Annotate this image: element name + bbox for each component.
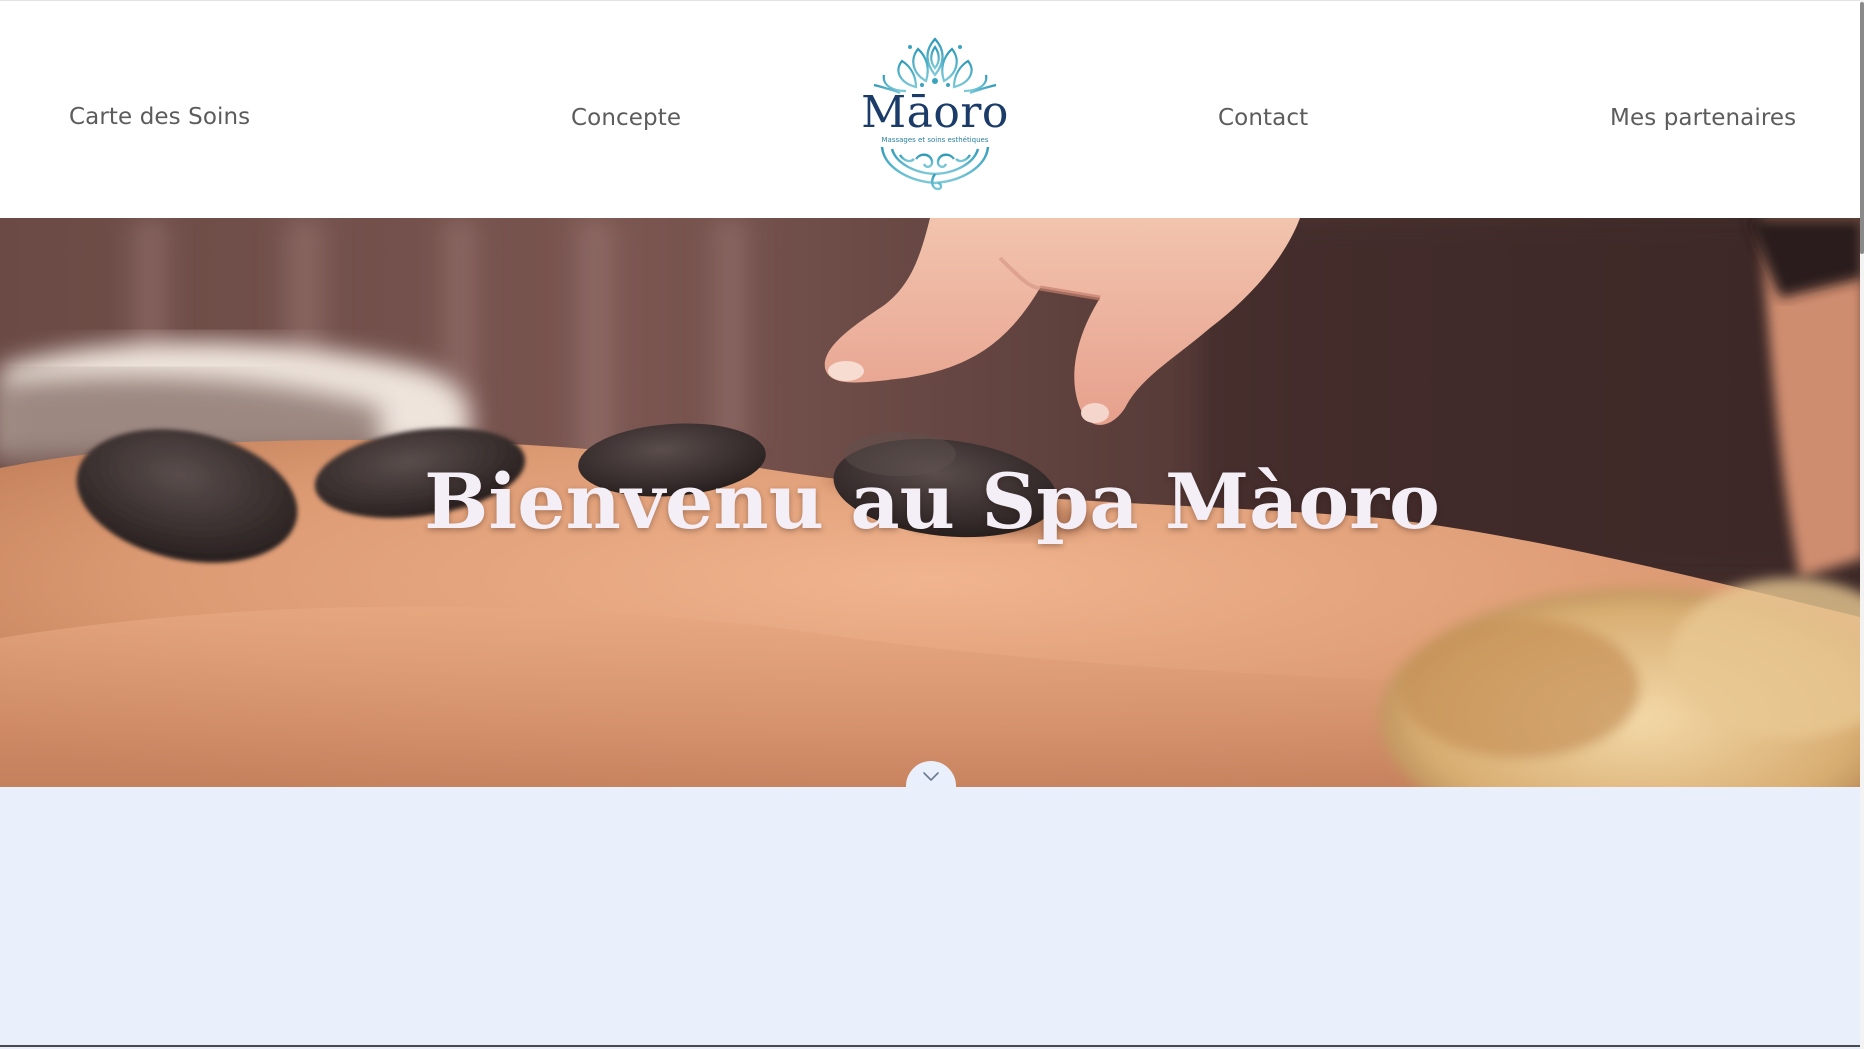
nav-link-contact[interactable]: Contact [1218,105,1308,131]
nav-link-carte-des-soins[interactable]: Carte des Soins [69,104,250,130]
content-section [0,787,1864,1049]
logo-tagline: Massages et soins esthétiques [881,136,989,144]
nav-link-concepte[interactable]: Concepte [571,105,681,131]
scrollbar-thumb[interactable] [1860,2,1864,254]
hero-banner: Bienvenu au Spa Màoro [0,218,1864,787]
site-logo[interactable]: Māoro Massages et soins esthétiques [860,35,1010,191]
chevron-down-icon [923,772,939,781]
hero-title: Bienvenu au Spa Màoro [424,456,1440,546]
logo-wordmark: Māoro [861,87,1009,138]
bottom-divider [0,1045,1864,1047]
site-header: Carte des Soins Concepte Māoro Massages … [0,0,1864,218]
nav-link-mes-partenaires[interactable]: Mes partenaires [1610,105,1796,131]
page: Carte des Soins Concepte Māoro Massages … [0,0,1864,1049]
